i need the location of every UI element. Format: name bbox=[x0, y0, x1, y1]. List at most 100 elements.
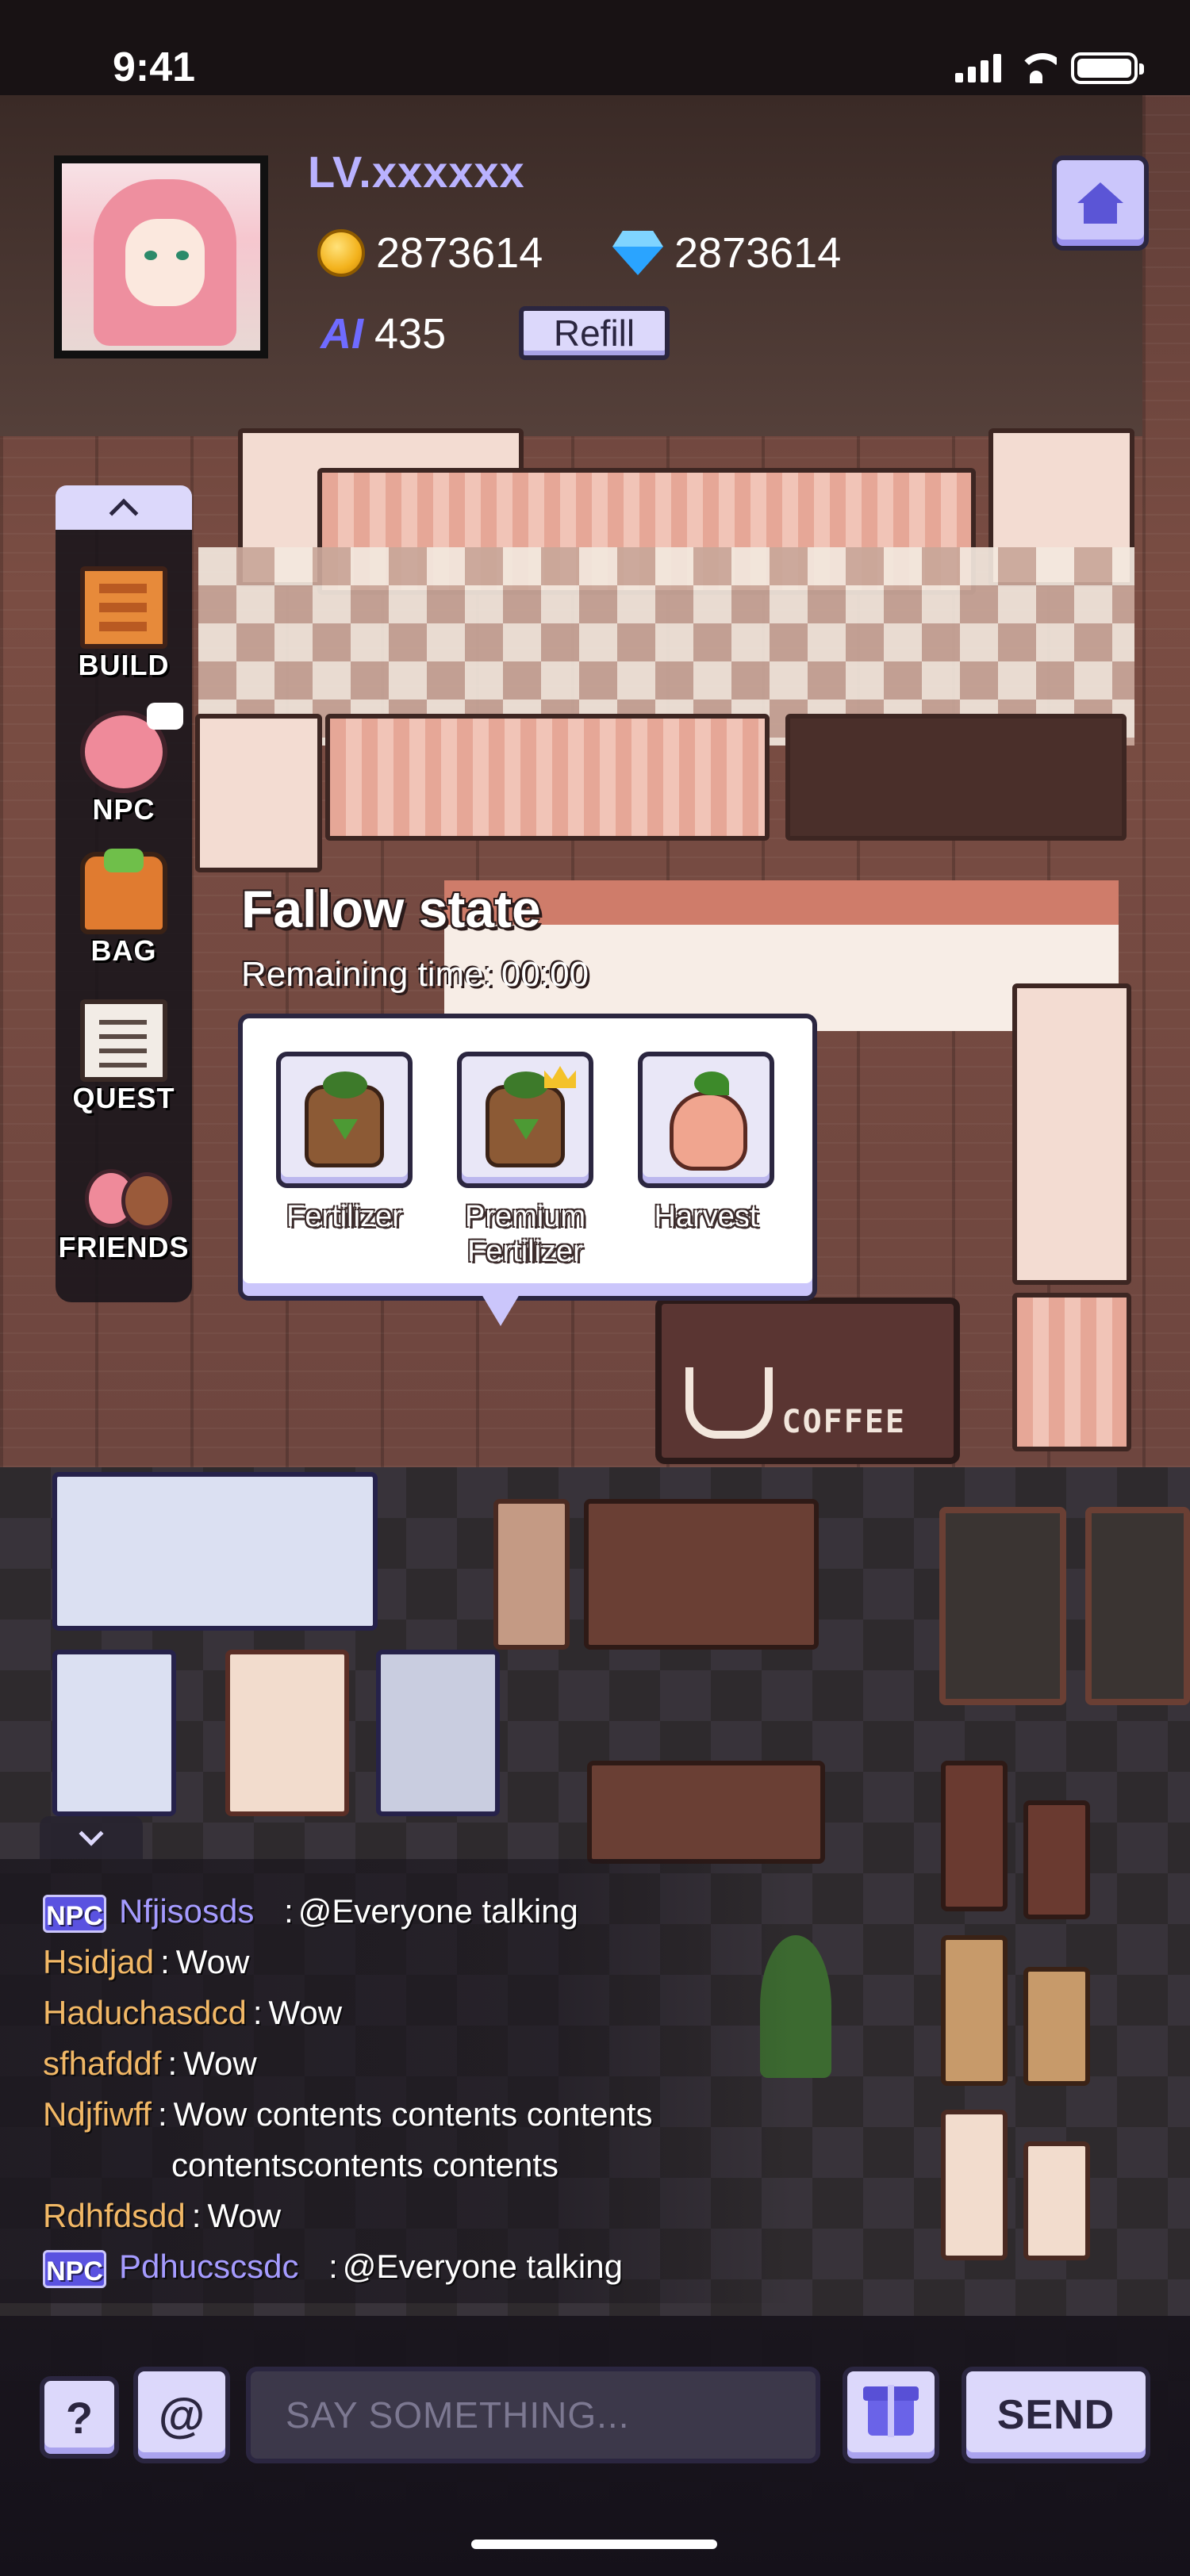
chat-message[interactable]: NPC Pdhucscsdc : @Everyone talking bbox=[43, 2246, 623, 2288]
furniture-menu-board[interactable] bbox=[939, 1507, 1066, 1705]
chat-collapse-button[interactable] bbox=[40, 1816, 143, 1859]
menu-item-build[interactable]: BUILD bbox=[56, 547, 192, 682]
furniture-chair-dark[interactable] bbox=[941, 1761, 1008, 1911]
coffee-cup-icon bbox=[685, 1367, 773, 1439]
chat-text: Wow bbox=[207, 2197, 282, 2234]
harvest-action[interactable]: Harvest bbox=[635, 1052, 777, 1234]
menu-item-label: FRIENDS bbox=[58, 1231, 190, 1263]
ai-points-amount: 435 bbox=[374, 310, 447, 358]
register-counter bbox=[785, 714, 1127, 841]
chat-text: @Everyone talking bbox=[298, 1892, 578, 1930]
chat-username[interactable]: sfhafddf bbox=[43, 2045, 161, 2082]
home-button[interactable] bbox=[1052, 155, 1149, 251]
furniture-bread-case[interactable] bbox=[225, 1650, 349, 1816]
action-label: Premium Fertilizer bbox=[464, 1200, 586, 1268]
chat-message[interactable]: Rdhfdsdd: Wow bbox=[43, 2195, 281, 2237]
chat-text-continuation: contentscontents contents bbox=[171, 2146, 559, 2183]
action-label: Harvest bbox=[654, 1200, 758, 1233]
chat-input[interactable] bbox=[246, 2367, 820, 2463]
harvest-button[interactable] bbox=[638, 1052, 774, 1188]
plot-action-panel: Fertilizer Premium Fertilizer Harvest bbox=[238, 1014, 817, 1301]
chat-separator: : bbox=[157, 2095, 167, 2133]
fertilizer-button[interactable] bbox=[276, 1052, 413, 1188]
furniture-chair-wood-2[interactable] bbox=[1023, 1967, 1090, 2086]
menu-item-friends[interactable]: FRIENDS bbox=[56, 1129, 192, 1264]
side-menu-collapse-button[interactable] bbox=[56, 485, 192, 530]
hammer-build-icon bbox=[80, 566, 167, 649]
menu-item-label: NPC bbox=[92, 793, 155, 826]
ai-points: AI 435 bbox=[321, 309, 446, 358]
premium-fertilizer-icon bbox=[486, 1071, 565, 1167]
menu-item-npc[interactable]: NPC bbox=[56, 692, 192, 826]
chat-separator: : bbox=[160, 1943, 170, 1980]
remaining-time-value: 00:00 bbox=[501, 955, 589, 994]
furniture-shelf[interactable] bbox=[584, 1499, 819, 1650]
clipboard-icon bbox=[80, 999, 167, 1082]
battery-icon bbox=[1071, 52, 1144, 84]
chat-message[interactable]: Haduchasdcd: Wow bbox=[43, 1992, 342, 2034]
furniture-cake-case[interactable] bbox=[376, 1650, 500, 1816]
status-bar: 9:41 bbox=[0, 0, 1190, 95]
wifi-icon bbox=[1015, 53, 1057, 83]
remaining-time-label: Remaining time: bbox=[241, 955, 493, 994]
chat-message[interactable]: NPC Nfjisosds : @Everyone talking bbox=[43, 1891, 578, 1933]
dessert-shelf bbox=[1012, 983, 1131, 1285]
chat-text: @Everyone talking bbox=[342, 2248, 623, 2285]
furniture-small-counter[interactable] bbox=[52, 1650, 176, 1816]
tablecloth-counter bbox=[325, 714, 770, 841]
premium-fertilizer-button[interactable] bbox=[457, 1052, 593, 1188]
chat-username[interactable]: Ndjfiwff bbox=[43, 2095, 152, 2133]
chat-separator: : bbox=[167, 2045, 178, 2082]
chat-username[interactable]: Pdhucscsdc bbox=[119, 2248, 298, 2285]
chat-message[interactable]: sfhafddf: Wow bbox=[43, 2043, 257, 2084]
coffee-sign-text: COFFEE bbox=[781, 1404, 906, 1440]
chat-separator: : bbox=[252, 1994, 263, 2031]
cellular-signal-icon bbox=[955, 54, 1001, 82]
refill-button[interactable]: Refill bbox=[519, 306, 670, 360]
chat-message[interactable]: Ndjfiwff: Wow contents contents contents bbox=[43, 2094, 653, 2135]
chat-username[interactable]: Nfjisosds bbox=[119, 1892, 254, 1930]
menu-item-label: BAG bbox=[90, 934, 157, 967]
gem-balance: 2873614 bbox=[612, 228, 841, 278]
chat-message[interactable]: Hsidjad: Wow bbox=[43, 1942, 249, 1983]
menu-item-bag[interactable]: BAG bbox=[56, 833, 192, 968]
furniture-menu-board-2[interactable] bbox=[1085, 1507, 1190, 1705]
chat-panel[interactable]: NPC Nfjisosds : @Everyone talking Hsidjad:… bbox=[0, 1859, 793, 2303]
help-button[interactable]: ? bbox=[40, 2376, 119, 2459]
furniture-chair-dark-2[interactable] bbox=[1023, 1800, 1090, 1919]
chat-separator: : bbox=[191, 2197, 202, 2234]
furniture-chair-cushion-2[interactable] bbox=[1023, 2141, 1090, 2260]
chat-username[interactable]: Hsidjad bbox=[43, 1943, 154, 1980]
chat-separator: : bbox=[284, 1892, 294, 1930]
player-level: LV.xxxxxx bbox=[308, 147, 525, 197]
menu-item-quest[interactable]: QUEST bbox=[56, 980, 192, 1115]
chat-username[interactable]: Haduchasdcd bbox=[43, 1994, 247, 2031]
gem-amount: 2873614 bbox=[674, 229, 842, 277]
coin-icon bbox=[317, 229, 365, 277]
furniture-chair-cushion[interactable] bbox=[941, 2110, 1008, 2260]
chat-text: Wow bbox=[175, 1943, 250, 1980]
fertilizer-action[interactable]: Fertilizer bbox=[273, 1052, 416, 1234]
chat-username[interactable]: Rdhfdsdd bbox=[43, 2197, 186, 2234]
pastry-case bbox=[195, 714, 322, 872]
furniture-banner[interactable] bbox=[493, 1499, 570, 1650]
coin-balance: 2873614 bbox=[317, 228, 543, 278]
send-button[interactable]: SEND bbox=[962, 2367, 1150, 2463]
mention-button[interactable]: @ bbox=[133, 2367, 230, 2463]
crown-icon bbox=[544, 1066, 576, 1088]
coin-amount: 2873614 bbox=[376, 229, 543, 277]
gift-icon bbox=[863, 2385, 919, 2437]
ai-icon: AI bbox=[321, 310, 363, 358]
furniture-chair-wood[interactable] bbox=[941, 1935, 1008, 2086]
premium-fertilizer-action[interactable]: Premium Fertilizer bbox=[454, 1052, 597, 1269]
furniture-bench[interactable] bbox=[587, 1761, 825, 1864]
player-avatar[interactable] bbox=[54, 155, 268, 358]
furniture-counter-item[interactable] bbox=[52, 1472, 378, 1631]
action-label: Fertilizer bbox=[286, 1200, 402, 1233]
chevron-up-icon bbox=[109, 498, 139, 528]
gift-button[interactable] bbox=[843, 2367, 939, 2463]
status-time: 9:41 bbox=[113, 44, 196, 90]
chat-separator: : bbox=[328, 2248, 338, 2285]
chat-text: Wow bbox=[183, 2045, 257, 2082]
home-indicator bbox=[471, 2540, 717, 2549]
